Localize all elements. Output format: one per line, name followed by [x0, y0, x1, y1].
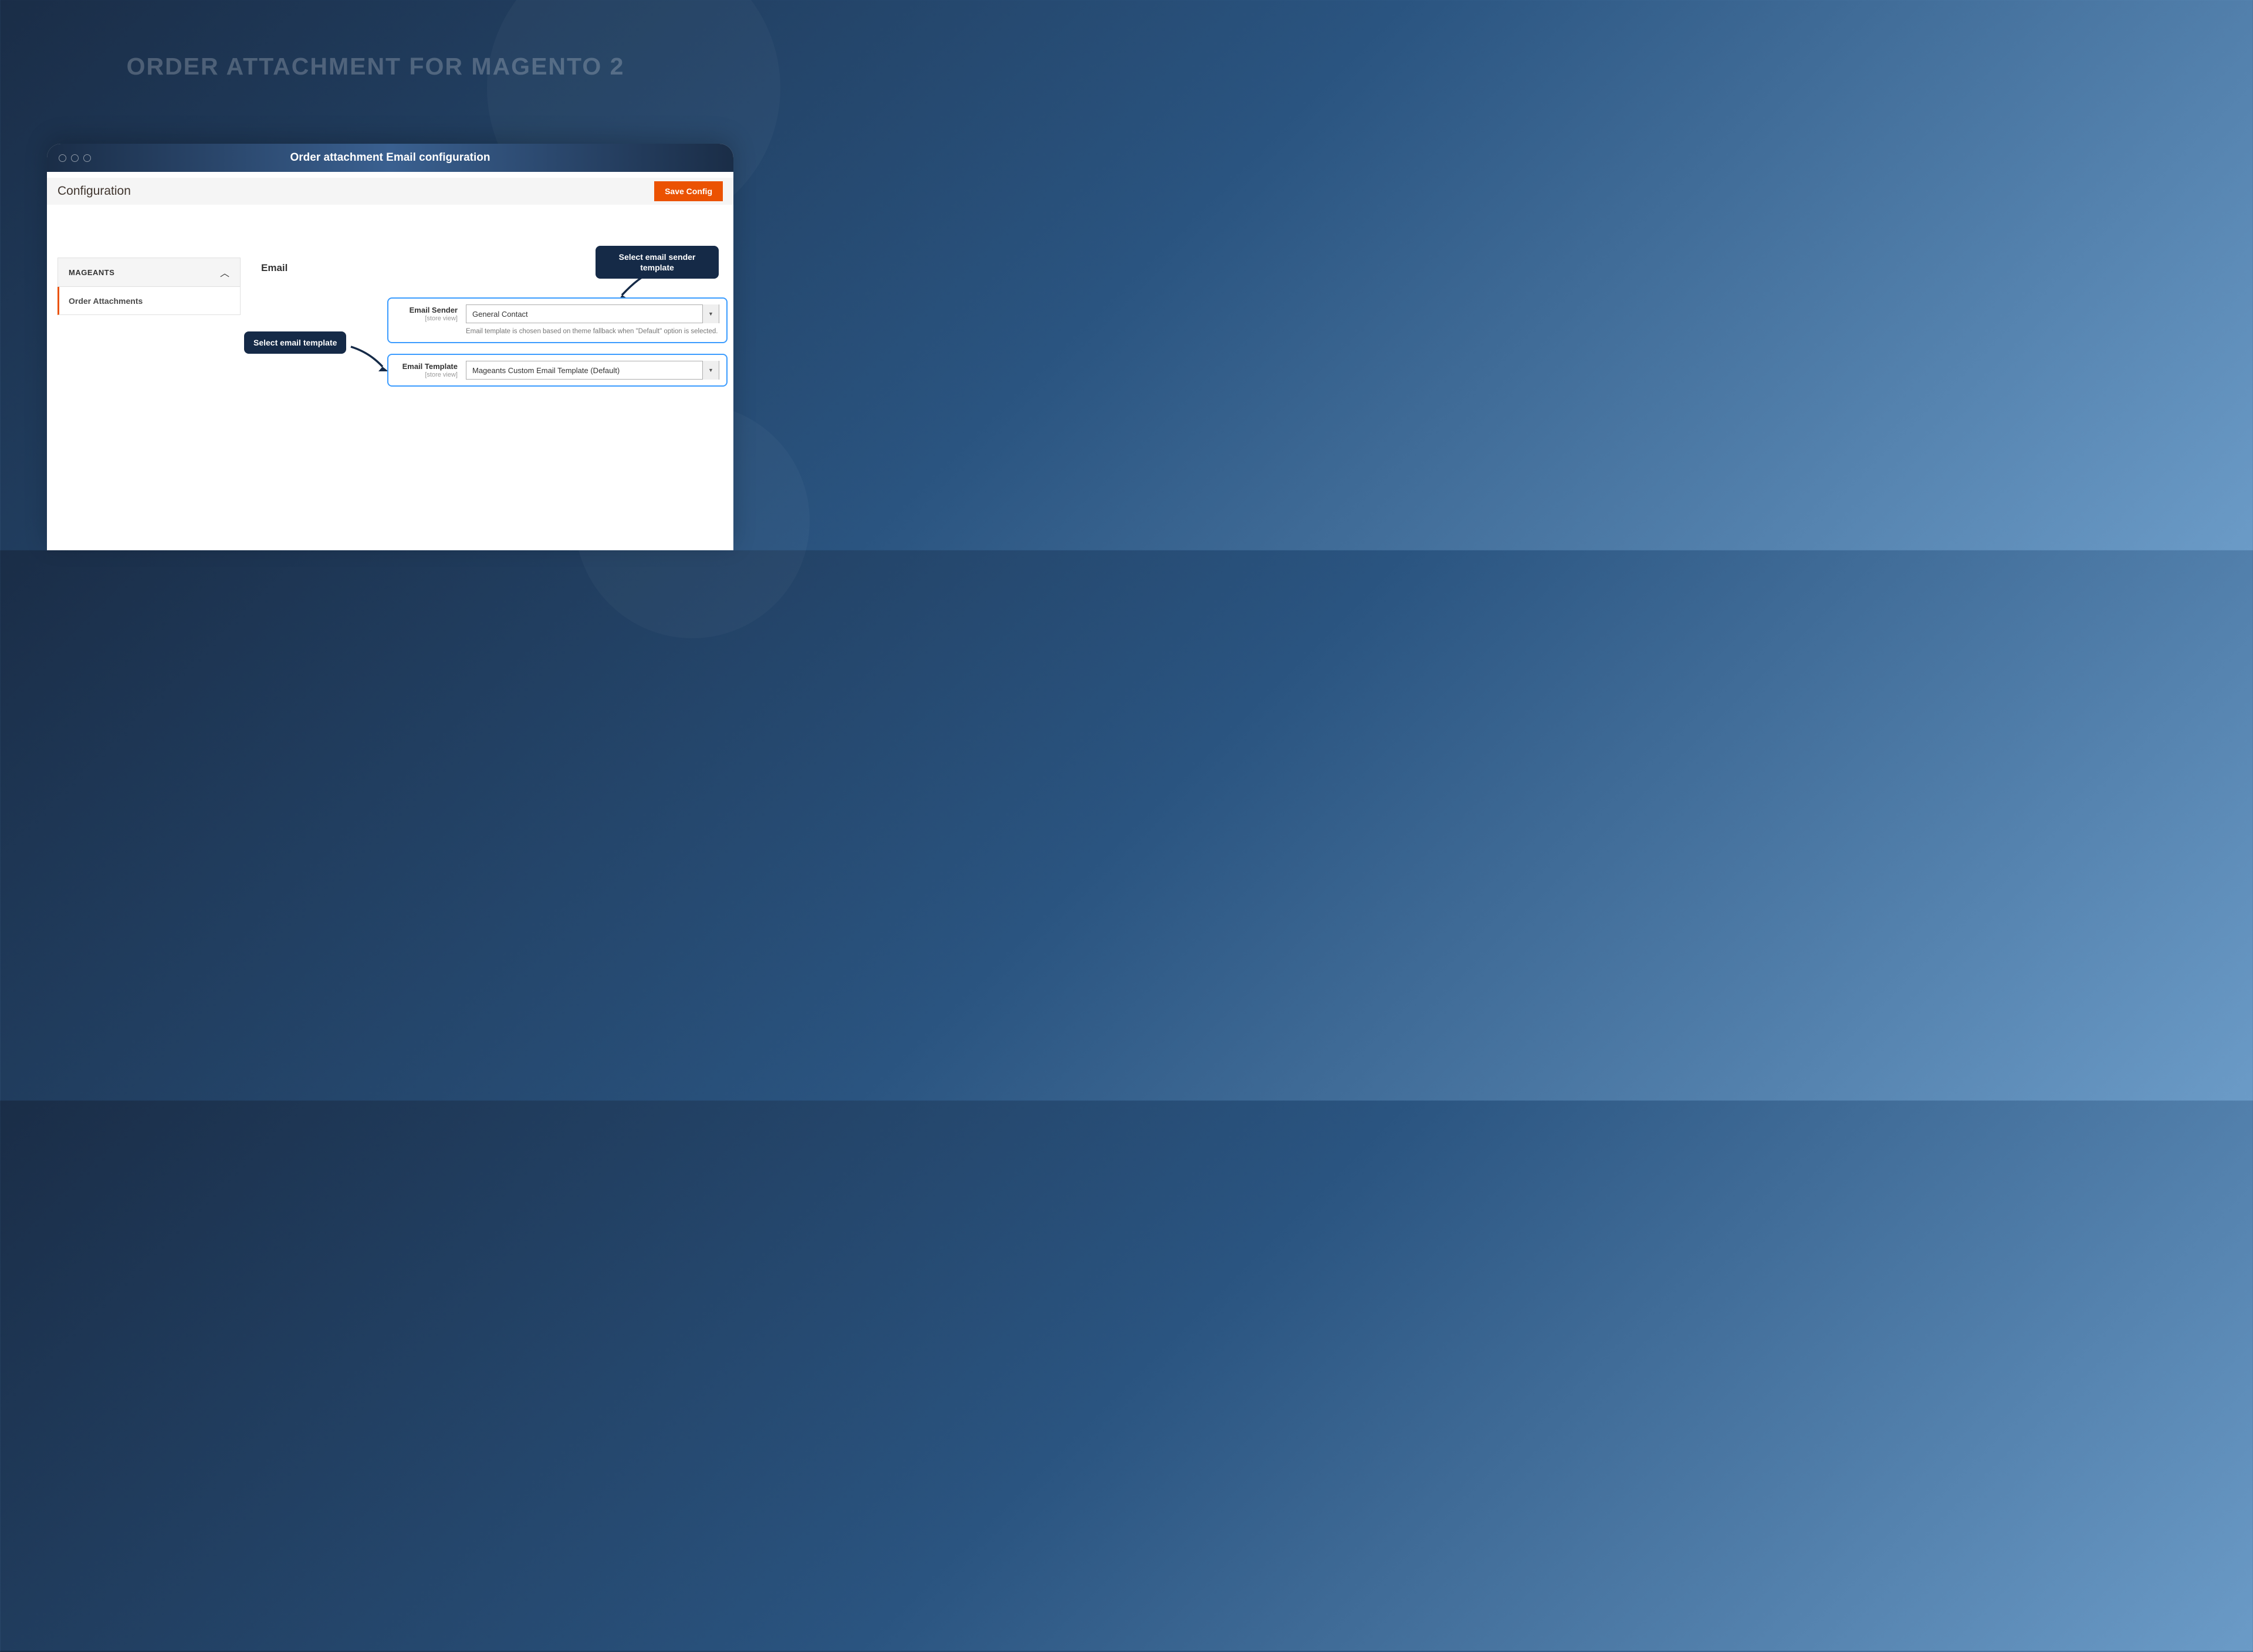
chevron-down-icon: ▼: [702, 361, 719, 380]
page-title: Configuration: [57, 184, 131, 198]
sidebar: MAGEANTS ︿ Order Attachments: [57, 258, 241, 315]
sidebar-section-label: MAGEANTS: [69, 268, 114, 277]
select-value: Mageants Custom Email Template (Default): [472, 366, 620, 375]
traffic-lights: [59, 154, 91, 162]
save-config-button[interactable]: Save Config: [654, 181, 723, 201]
field-label-column: Email Template [store view]: [395, 361, 466, 380]
field-scope: [store view]: [395, 315, 458, 322]
field-label: Email Template: [395, 362, 458, 371]
callout-sender: Select email sender template: [596, 246, 719, 279]
content-area: MAGEANTS ︿ Order Attachments Email Selec…: [47, 205, 733, 550]
traffic-light-maximize[interactable]: [83, 154, 91, 162]
browser-window: Order attachment Email configuration Con…: [47, 144, 733, 550]
field-label-column: Email Sender [store view]: [395, 304, 466, 336]
sidebar-item-order-attachments[interactable]: Order Attachments: [57, 287, 241, 315]
traffic-light-close[interactable]: [59, 154, 66, 162]
field-scope: [store view]: [395, 371, 458, 378]
field-control-column: General Contact ▼ Email template is chos…: [466, 304, 719, 336]
email-sender-select[interactable]: General Contact ▼: [466, 304, 719, 323]
field-email-template: Email Template [store view] Mageants Cus…: [387, 354, 728, 387]
chevron-down-icon: ▼: [702, 304, 719, 323]
titlebar-text: Order attachment Email configuration: [290, 151, 490, 164]
field-email-sender: Email Sender [store view] General Contac…: [387, 297, 728, 343]
config-header: Configuration Save Config: [47, 172, 733, 205]
hero-title: ORDER ATTACHMENT FOR MAGENTO 2: [127, 53, 625, 80]
section-heading-email: Email: [261, 262, 287, 274]
field-control-column: Mageants Custom Email Template (Default)…: [466, 361, 719, 380]
field-label: Email Sender: [395, 306, 458, 314]
browser-titlebar: Order attachment Email configuration: [47, 144, 733, 172]
callout-template: Select email template: [244, 331, 346, 354]
field-help-text: Email template is chosen based on theme …: [466, 327, 719, 336]
chevron-up-icon: ︿: [220, 265, 229, 279]
sidebar-section-mageants[interactable]: MAGEANTS ︿: [57, 258, 241, 287]
traffic-light-minimize[interactable]: [71, 154, 79, 162]
select-value: General Contact: [472, 310, 528, 319]
email-template-select[interactable]: Mageants Custom Email Template (Default)…: [466, 361, 719, 380]
